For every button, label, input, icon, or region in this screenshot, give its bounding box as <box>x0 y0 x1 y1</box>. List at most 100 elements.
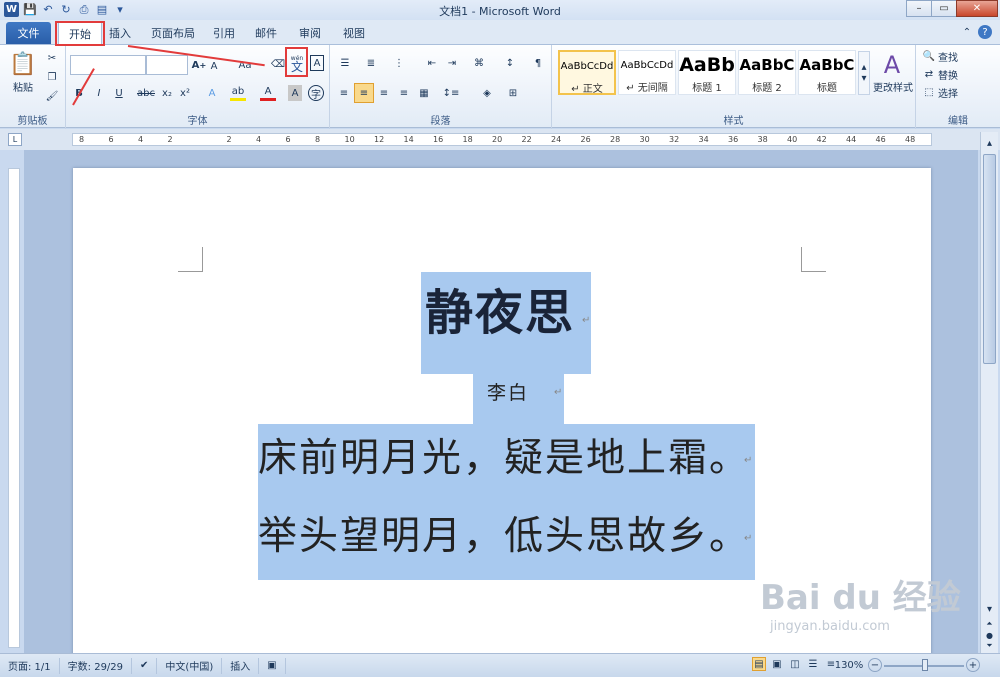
paste-button-label[interactable]: 粘贴 <box>8 79 38 94</box>
bullets-icon[interactable]: ☰ <box>336 55 354 71</box>
proofing-icon[interactable]: ✔ <box>132 657 158 674</box>
zoom-in-icon[interactable]: + <box>966 658 980 672</box>
web-layout-view-icon[interactable]: ◫ <box>788 657 802 671</box>
character-border-icon[interactable]: A <box>310 55 324 71</box>
page-count[interactable]: 页面: 1/1 <box>0 657 60 674</box>
tab-insert[interactable]: 插入 <box>104 22 136 44</box>
outline-view-icon[interactable]: ☰ <box>806 657 820 671</box>
borders-icon[interactable]: ⊞ <box>504 85 522 101</box>
font-name-combo[interactable] <box>70 55 146 75</box>
help-collapse-icon[interactable]: ⌃ <box>960 25 974 39</box>
tab-mailings[interactable]: 邮件 <box>250 22 282 44</box>
maximize-button[interactable]: ▭ <box>931 0 957 17</box>
minimize-button[interactable]: – <box>906 0 932 17</box>
sort-icon[interactable]: ↕ <box>502 55 518 71</box>
subscript-icon[interactable]: x₂ <box>160 85 174 101</box>
font-color-icon[interactable]: A <box>260 85 276 101</box>
tab-page-layout[interactable]: 页面布局 <box>146 22 200 44</box>
browse-object-icon[interactable]: ● <box>983 630 996 640</box>
poem-title[interactable]: 静夜思 <box>425 273 575 343</box>
scroll-up-icon[interactable]: ▴ <box>983 136 996 150</box>
distribute-icon[interactable]: ▦ <box>416 85 432 101</box>
change-styles-button[interactable]: 更改样式 <box>870 79 916 94</box>
style-heading-2[interactable]: AaBbC 标题 2 <box>738 50 796 95</box>
enclose-characters-icon[interactable]: 字 <box>308 85 324 101</box>
horizontal-ruler[interactable]: 8 6 4 2 2 4 6 8 10 12 14 16 18 20 22 24 26 28 30 32 34 36 38 40… <box>72 133 932 146</box>
align-left-icon[interactable]: ≡ <box>336 85 352 101</box>
select-button[interactable]: 选择 <box>938 85 978 100</box>
align-right-icon[interactable]: ≡ <box>376 85 392 101</box>
shrink-font-icon[interactable]: A <box>208 59 220 73</box>
tab-references[interactable]: 引用 <box>208 22 240 44</box>
watermark-url: jingyan.baidu.com <box>770 619 890 634</box>
macro-record-icon[interactable]: ▣ <box>259 657 286 674</box>
print-layout-view-icon[interactable]: ▤ <box>752 657 766 671</box>
change-case-icon[interactable]: Aa <box>236 57 254 73</box>
format-painter-icon[interactable]: 🖌 <box>44 89 60 103</box>
poem-line-1[interactable]: 床前明月光，疑是地上霜。 <box>258 427 750 483</box>
align-center-icon[interactable]: ≡ <box>354 83 374 103</box>
select-icon[interactable]: ⬚ <box>922 85 936 99</box>
italic-icon[interactable]: I <box>92 85 106 101</box>
style-heading-1[interactable]: AaBb 标题 1 <box>678 50 736 95</box>
close-button[interactable]: ✕ <box>956 0 998 17</box>
prev-page-icon[interactable]: ⏶ <box>983 618 996 630</box>
poem-line-2[interactable]: 举头望明月，低头思故乡。 <box>258 505 750 561</box>
zoom-slider-thumb[interactable] <box>922 659 928 671</box>
shading-icon[interactable]: ◈ <box>478 85 496 101</box>
zoom-level[interactable]: 130% <box>834 658 864 672</box>
grow-font-icon[interactable]: A + <box>192 57 207 73</box>
justify-icon[interactable]: ≡ <box>396 85 412 101</box>
full-screen-view-icon[interactable]: ▣ <box>770 657 784 671</box>
copy-icon[interactable]: ❐ <box>44 70 60 84</box>
superscript-icon[interactable]: x² <box>178 85 192 101</box>
help-icon[interactable]: ? <box>978 25 992 39</box>
character-shading-icon[interactable]: A <box>288 85 302 101</box>
view-buttons: ▤ ▣ ◫ ☰ ≡ <box>752 657 838 671</box>
replace-icon[interactable]: ⇄ <box>922 67 936 81</box>
ruler-number: 22 <box>521 135 532 144</box>
replace-button[interactable]: 替换 <box>938 67 978 82</box>
paste-icon[interactable]: 📋 <box>8 49 38 79</box>
cut-icon[interactable]: ✂ <box>44 51 60 65</box>
ruler-number: 34 <box>698 135 709 144</box>
tab-view[interactable]: 视图 <box>338 22 370 44</box>
highlight-icon[interactable]: ab <box>230 85 246 101</box>
increase-indent-icon[interactable]: ⇥ <box>444 55 460 71</box>
find-button[interactable]: 查找 <box>938 49 978 64</box>
insert-mode[interactable]: 插入 <box>222 657 260 674</box>
tab-selector-icon[interactable]: L <box>8 133 22 146</box>
style-normal[interactable]: AaBbCcDd ↵ 正文 <box>558 50 616 95</box>
title-bar: W 💾 ↶ ↻ ⎙ ▤ ▾ 文档1 - Microsoft Word – ▭ ✕ <box>0 0 1000 20</box>
decrease-indent-icon[interactable]: ⇤ <box>424 55 440 71</box>
tab-review[interactable]: 审阅 <box>294 22 326 44</box>
style-title[interactable]: AaBbC 标题 <box>798 50 856 95</box>
styles-scroll-icon[interactable]: ▴ ▾ <box>858 51 870 95</box>
change-styles-icon[interactable]: A <box>876 51 908 79</box>
word-count[interactable]: 字数: 29/29 <box>60 657 133 674</box>
show-marks-icon[interactable]: ¶ <box>530 55 546 71</box>
ruler-number: 44 <box>846 135 857 144</box>
numbering-icon[interactable]: ≣ <box>362 55 380 71</box>
strikethrough-icon[interactable]: abc <box>137 85 155 101</box>
poem-author[interactable]: 李白 <box>487 378 529 405</box>
clear-format-icon[interactable]: ⌫ <box>270 55 286 73</box>
vertical-scrollbar[interactable]: ▴ ▾ ⏶ ● ⏷ <box>980 132 998 653</box>
vertical-ruler[interactable] <box>8 168 20 648</box>
line-spacing-icon[interactable]: ↕≡ <box>442 85 460 101</box>
next-page-icon[interactable]: ⏷ <box>983 640 996 652</box>
font-size-combo[interactable] <box>146 55 188 75</box>
zoom-out-icon[interactable]: − <box>868 658 882 672</box>
chinese-layout-icon[interactable]: ⌘ <box>470 55 488 71</box>
style-no-spacing[interactable]: AaBbCcDd ↵ 无间隔 <box>618 50 676 95</box>
multilevel-list-icon[interactable]: ⋮ <box>390 55 408 71</box>
find-icon[interactable]: 🔍 <box>922 49 936 63</box>
status-bar: 页面: 1/1 字数: 29/29 ✔ 中文(中国) 插入 ▣ ▤ ▣ ◫ ☰ … <box>0 653 1000 677</box>
tab-file[interactable]: 文件 <box>6 22 51 44</box>
scroll-down-icon[interactable]: ▾ <box>983 602 996 616</box>
text-effects-icon[interactable]: A <box>204 85 220 101</box>
scroll-thumb[interactable] <box>983 154 996 364</box>
style-name: ↵ 无间隔 <box>626 83 668 94</box>
language-status[interactable]: 中文(中国) <box>157 657 223 674</box>
underline-icon[interactable]: U <box>112 85 126 101</box>
